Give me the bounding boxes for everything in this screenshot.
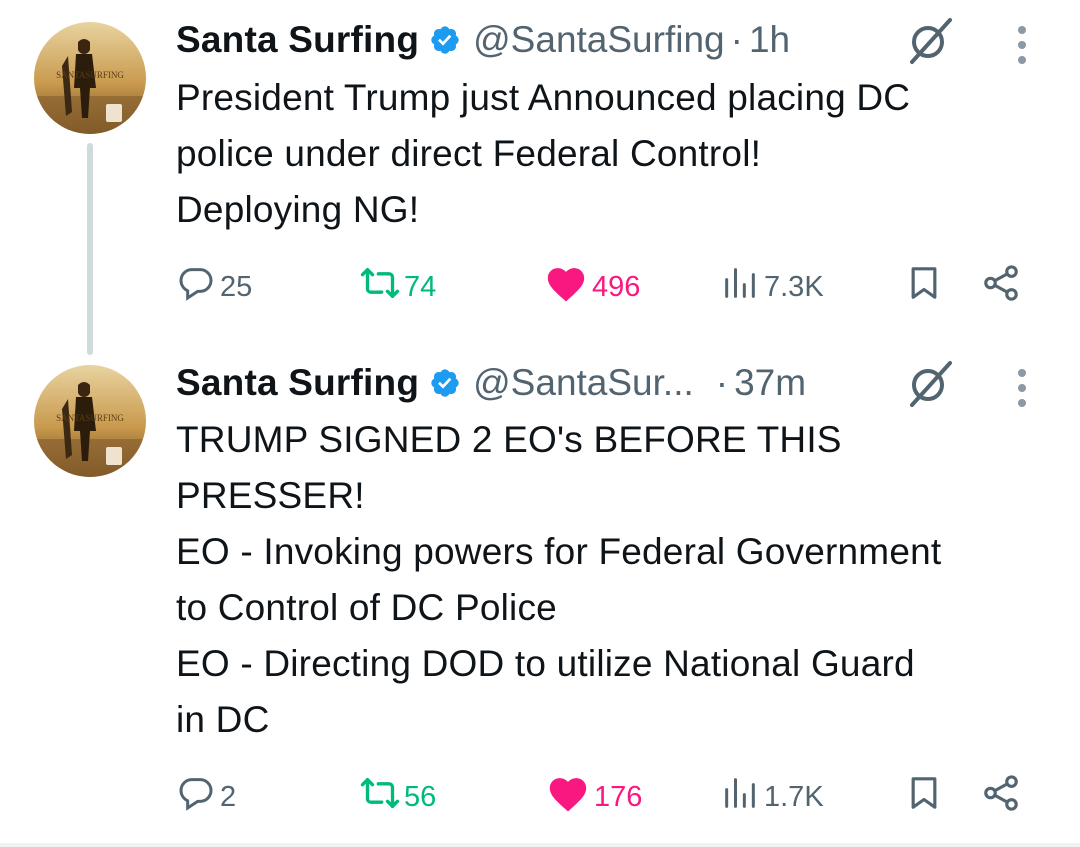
view-count: 7.3K [764, 270, 824, 303]
retweet-button[interactable]: 74 [360, 262, 436, 312]
reply-button[interactable]: 25 [176, 262, 252, 312]
views-icon [720, 263, 764, 311]
timestamp[interactable]: 1h [749, 19, 790, 61]
reply-count: 25 [220, 270, 253, 303]
reply-count: 2 [220, 780, 237, 813]
views-icon [720, 773, 764, 821]
grok-icon[interactable] [904, 357, 962, 416]
retweet-icon [360, 773, 404, 821]
tweet-text: TRUMP SIGNED 2 EO's BEFORE THIS PRESSER!… [176, 419, 942, 740]
share-icon [980, 772, 1026, 822]
retweet-button[interactable]: 56 [360, 772, 436, 822]
divider [0, 843, 1080, 847]
reply-icon [176, 263, 220, 311]
like-icon [546, 773, 594, 821]
reply-icon [176, 773, 220, 821]
tweet-header: Santa Surfing @SantaSur... · 37m [176, 353, 806, 413]
author-name[interactable]: Santa Surfing [176, 362, 419, 404]
more-icon[interactable] [1014, 24, 1030, 73]
tweet-header: Santa Surfing @SantaSurfing · 1h [176, 10, 790, 70]
retweet-count: 56 [404, 780, 437, 813]
like-count: 496 [592, 270, 641, 303]
views-button[interactable]: 7.3K [720, 262, 824, 312]
bookmark-button[interactable] [904, 262, 948, 312]
reply-button[interactable]: 2 [176, 772, 236, 822]
grok-icon[interactable] [904, 14, 962, 73]
share-button[interactable] [980, 262, 1026, 312]
tweet-2[interactable]: SANTASURFING Santa Surfing @SantaSur... … [0, 345, 1080, 845]
tweet-text: President Trump just Announced placing D… [176, 77, 911, 230]
verified-badge-icon [429, 367, 461, 399]
like-button[interactable]: 176 [546, 772, 642, 822]
retweet-icon [360, 263, 404, 311]
more-icon[interactable] [1014, 367, 1030, 416]
share-button[interactable] [980, 772, 1026, 822]
bookmark-icon [904, 773, 948, 821]
avatar-logo-text: SANTASURFING [56, 413, 124, 423]
author-handle[interactable]: @SantaSur... [473, 362, 694, 404]
like-button[interactable]: 496 [544, 262, 640, 312]
avatar-logo-text: SANTASURFING [56, 70, 124, 80]
avatar[interactable]: SANTASURFING [34, 365, 146, 477]
tweet-1[interactable]: SANTASURFING Santa Surfing @SantaSurfing… [0, 0, 1080, 345]
verified-badge-icon [429, 24, 461, 56]
author-name[interactable]: Santa Surfing [176, 19, 419, 61]
share-icon [980, 262, 1026, 312]
author-handle[interactable]: @SantaSurfing [473, 19, 724, 61]
like-count: 176 [594, 780, 643, 813]
timestamp[interactable]: 37m [734, 362, 806, 404]
avatar[interactable]: SANTASURFING [34, 22, 146, 134]
retweet-count: 74 [404, 270, 437, 303]
bookmark-button[interactable] [904, 772, 948, 822]
views-button[interactable]: 1.7K [720, 772, 824, 822]
like-icon [544, 263, 592, 311]
view-count: 1.7K [764, 780, 824, 813]
bookmark-icon [904, 263, 948, 311]
separator-dot: · [715, 362, 729, 403]
separator-dot: · [730, 19, 743, 60]
